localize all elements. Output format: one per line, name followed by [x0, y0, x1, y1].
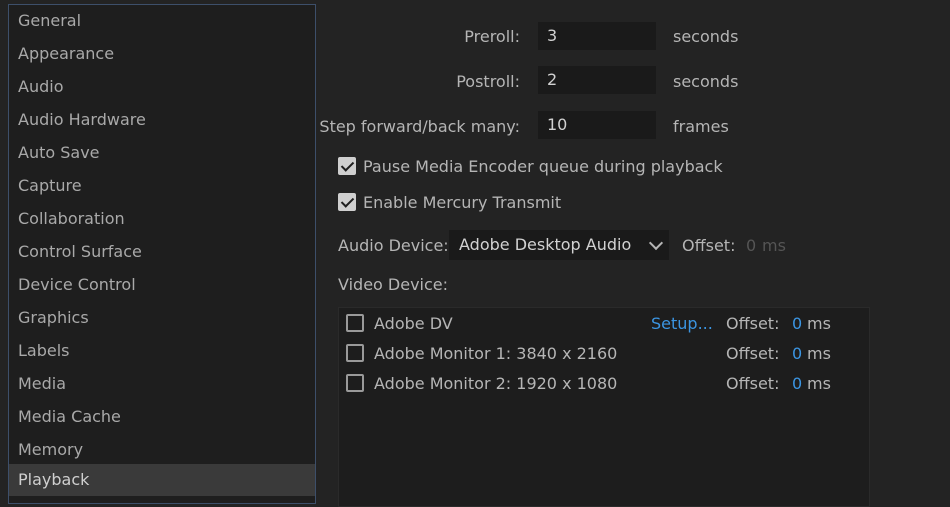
sidebar-item-labels[interactable]: Labels [9, 335, 315, 367]
video-device-list [338, 307, 870, 507]
audio-offset-value: 0 [746, 236, 757, 255]
preroll-unit: seconds [673, 27, 739, 46]
video-offset-label: Offset: [726, 374, 780, 393]
audio-offset-label: Offset: [682, 236, 736, 255]
preroll-label: Preroll: [464, 27, 520, 46]
video-device-label: Video Device: [338, 275, 449, 294]
setup-link[interactable]: Setup... [651, 314, 713, 333]
sidebar-item-auto-save[interactable]: Auto Save [9, 137, 315, 169]
pause-encoder-label: Pause Media Encoder queue during playbac… [363, 157, 723, 176]
sidebar-item-device-control[interactable]: Device Control [9, 269, 315, 301]
mercury-transmit-label: Enable Mercury Transmit [363, 193, 562, 212]
video-offset-unit: ms [807, 374, 831, 393]
video-offset-value[interactable]: 0 [792, 314, 802, 333]
postroll-unit: seconds [673, 72, 739, 91]
step-label: Step forward/back many: [319, 117, 520, 136]
video-offset-value[interactable]: 0 [792, 374, 802, 393]
sidebar-item-collaboration[interactable]: Collaboration [9, 203, 315, 235]
sidebar-item-graphics[interactable]: Graphics [9, 302, 315, 334]
video-offset-unit: ms [807, 314, 831, 333]
sidebar-item-appearance[interactable]: Appearance [9, 38, 315, 70]
sidebar-item-media[interactable]: Media [9, 368, 315, 400]
preferences-category-list: General Appearance Audio Audio Hardware … [8, 4, 316, 504]
audio-device-value: Adobe Desktop Audio [459, 235, 632, 254]
sidebar-item-general[interactable]: General [9, 5, 315, 37]
video-offset-value[interactable]: 0 [792, 344, 802, 363]
video-device-name: Adobe Monitor 1: 3840 x 2160 [374, 344, 618, 363]
video-offset-unit: ms [807, 344, 831, 363]
sidebar-item-playback[interactable]: Playback [9, 464, 315, 496]
sidebar-item-capture[interactable]: Capture [9, 170, 315, 202]
mercury-transmit-checkbox[interactable] [338, 193, 356, 211]
sidebar-item-audio[interactable]: Audio [9, 71, 315, 103]
sidebar-item-media-cache[interactable]: Media Cache [9, 401, 315, 433]
step-unit: frames [673, 117, 729, 136]
audio-device-label: Audio Device: [338, 236, 449, 255]
preroll-input[interactable]: 3 [538, 22, 656, 50]
postroll-input[interactable]: 2 [538, 66, 656, 94]
sidebar-item-memory[interactable]: Memory [9, 434, 315, 466]
step-input[interactable]: 10 [538, 111, 656, 139]
video-device-name: Adobe Monitor 2: 1920 x 1080 [374, 374, 618, 393]
postroll-label: Postroll: [456, 72, 520, 91]
audio-offset-unit: ms [762, 236, 786, 255]
audio-device-dropdown[interactable]: Adobe Desktop Audio [449, 230, 669, 260]
video-offset-label: Offset: [726, 314, 780, 333]
video-device-name: Adobe DV [374, 314, 453, 333]
video-device-checkbox-monitor-2[interactable] [346, 374, 364, 392]
sidebar-item-audio-hardware[interactable]: Audio Hardware [9, 104, 315, 136]
pause-encoder-checkbox[interactable] [338, 157, 356, 175]
chevron-down-icon [648, 235, 664, 251]
sidebar-item-control-surface[interactable]: Control Surface [9, 236, 315, 268]
video-device-checkbox-adobe-dv[interactable] [346, 314, 364, 332]
video-device-checkbox-monitor-1[interactable] [346, 344, 364, 362]
video-offset-label: Offset: [726, 344, 780, 363]
